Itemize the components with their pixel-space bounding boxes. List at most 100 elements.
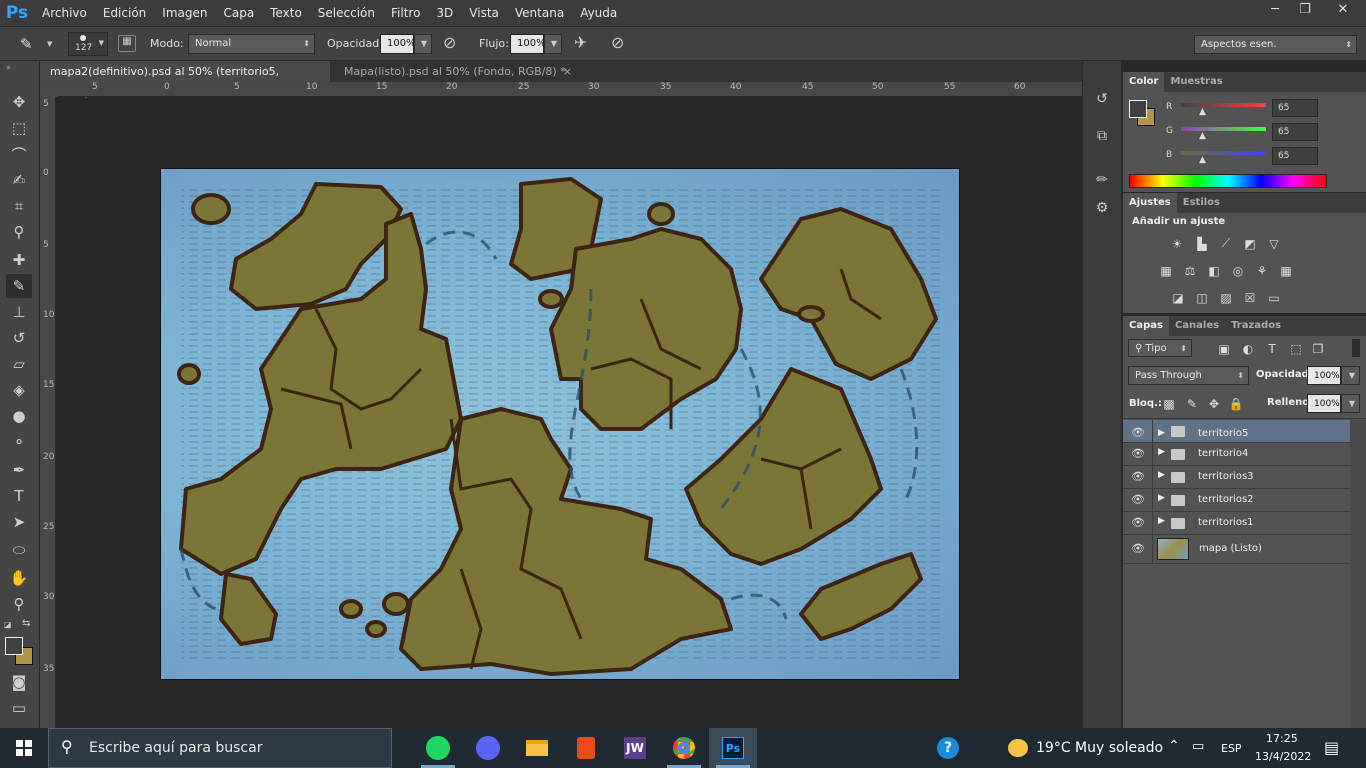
expand-arrow-icon[interactable]: ▶ [1158,470,1165,480]
layer-row-mapa-listo[interactable]: 👁 mapa (Listo) [1123,535,1350,564]
workspace-select[interactable]: Aspectos esen. ⬍ [1194,35,1357,54]
history-icon[interactable]: ↺ [1090,87,1114,111]
channel-g-slider[interactable] [1181,127,1266,131]
foreground-color-swatch[interactable] [5,637,23,655]
channel-b-slider[interactable] [1181,151,1266,155]
visibility-eye-icon[interactable]: 👁 [1131,516,1145,530]
tab-estilos[interactable]: Estilos [1177,193,1226,213]
expand-arrow-icon[interactable]: ▶ [1158,493,1165,503]
menu-3d[interactable]: 3D [428,0,461,26]
spotify-icon[interactable] [414,728,462,768]
layer-row-territorios3[interactable]: 👁 ▶ territorios3 [1123,466,1350,489]
menu-ayuda[interactable]: Ayuda [572,0,625,26]
visibility-eye-icon[interactable]: 👁 [1131,447,1145,461]
tab-trazados[interactable]: Trazados [1225,316,1287,336]
close-icon[interactable]: × [563,61,572,82]
weather-sun-icon[interactable] [1008,739,1028,757]
expand-arrow-icon[interactable]: ▶ [1158,516,1165,526]
blend-mode-select[interactable]: Pass Through ⬍ [1128,366,1249,385]
layer-row-territorio4[interactable]: 👁 ▶ territorio4 [1123,443,1350,466]
path-selection-tool-icon[interactable]: ➤ [6,510,32,534]
tab-color[interactable]: Color [1123,72,1165,92]
filter-shape-icon[interactable]: ⬚ [1287,341,1305,356]
type-tool-icon[interactable]: T [6,484,32,508]
lock-pixels-icon[interactable]: ✎ [1183,396,1201,411]
layer-opacity-dropdown[interactable]: ▼ [1341,366,1360,385]
layer-opacity-input[interactable]: 100% [1307,366,1341,385]
eyedropper-tool-icon[interactable]: ⚲ [6,220,32,244]
layer-row-territorio5[interactable]: 👁 ▶ territorio5 [1123,420,1350,443]
tab-ajustes[interactable]: Ajustes [1123,193,1177,213]
exposure-icon[interactable]: ◩ [1241,236,1259,251]
channel-g-value[interactable]: 65 [1272,123,1318,141]
slider-handle-icon[interactable]: ▲ [1199,107,1206,117]
color-lookup-icon[interactable]: ▦ [1277,263,1295,278]
curves-icon[interactable]: ⟋ [1217,236,1235,251]
notifications-icon[interactable]: ▤ [1324,738,1339,757]
channel-mixer-icon[interactable]: ⚘ [1253,263,1271,278]
menu-vista[interactable]: Vista [461,0,507,26]
visibility-eye-icon[interactable]: 👁 [1131,493,1145,507]
visibility-eye-icon[interactable]: 👁 [1131,470,1145,484]
brush-presets-icon[interactable]: ✏ [1090,168,1114,192]
menu-archivo[interactable]: Archivo [34,0,95,26]
windows-start-icon[interactable] [0,728,48,768]
photoshop-logo[interactable]: Ps [0,0,34,26]
filter-adjustment-icon[interactable]: ◐ [1239,341,1257,356]
default-colors-icon[interactable]: ◪ [4,620,14,629]
foreground-color-swatch[interactable] [1129,100,1147,118]
black-white-icon[interactable]: ◧ [1205,263,1223,278]
zoom-tool-icon[interactable]: ⚲ [6,592,32,616]
tab-mapa2[interactable]: mapa2(definitivo).psd al 50% (territorio… [40,61,330,99]
tab-mapa-listo[interactable]: Mapa(listo).psd al 50% (Fondo, RGB/8) * … [334,61,578,82]
channel-r-value[interactable]: 65 [1272,99,1318,117]
menu-edicion[interactable]: Edición [95,0,154,26]
chevron-up-icon[interactable]: ⌃ [1168,738,1180,754]
chrome-icon[interactable] [660,728,708,768]
channel-b-value[interactable]: 65 [1272,147,1318,165]
brightness-icon[interactable]: ☀ [1168,236,1186,251]
menu-capa[interactable]: Capa [215,0,262,26]
lasso-tool-icon[interactable]: ⌒ [6,142,32,166]
opacity-dropdown[interactable]: ▼ [414,34,432,54]
3d-icon[interactable]: ⧉ [1090,124,1114,148]
history-brush-tool-icon[interactable]: ↺ [6,326,32,350]
language-indicator[interactable]: ESP [1221,742,1242,755]
ellipse-tool-icon[interactable]: ⬭ [6,538,32,562]
posterize-icon[interactable]: ◫ [1193,290,1211,305]
swap-colors-icon[interactable]: ⇆ [22,618,30,629]
mode-select[interactable]: Normal ⬍ [188,34,315,54]
pressure-opacity-icon[interactable]: ⊘ [443,33,456,52]
fill-input[interactable]: 100% [1307,394,1341,413]
channel-r-slider[interactable] [1181,103,1266,107]
expand-arrow-icon[interactable]: ▶ [1158,424,1165,442]
chevron-down-icon[interactable]: ▼ [47,40,52,48]
invert-icon[interactable]: ◪ [1169,290,1187,305]
lock-transparency-icon[interactable]: ▩ [1160,396,1178,411]
office-icon[interactable] [562,728,610,768]
fill-dropdown[interactable]: ▼ [1341,394,1360,413]
menu-filtro[interactable]: Filtro [383,0,428,26]
file-explorer-icon[interactable] [513,728,561,768]
filter-pixel-icon[interactable]: ▣ [1215,341,1233,356]
tab-canales[interactable]: Canales [1169,316,1225,336]
slider-handle-icon[interactable]: ▲ [1199,131,1206,141]
hand-tool-icon[interactable]: ✋ [6,566,32,590]
menu-ventana[interactable]: Ventana [507,0,572,26]
pen-tool-icon[interactable]: ✒ [6,458,32,482]
help-icon[interactable]: ? [924,728,972,768]
menu-texto[interactable]: Texto [262,0,310,26]
discord-icon[interactable] [464,728,512,768]
layer-row-territorios1[interactable]: 👁 ▶ territorios1 [1123,512,1350,535]
taskbar-search[interactable]: ⚲ Escribe aquí para buscar [48,728,392,768]
expand-arrow-icon[interactable]: ▶ [1158,447,1165,457]
selective-color-icon[interactable]: ☒ [1241,290,1259,305]
tab-muestras[interactable]: Muestras [1164,72,1228,92]
slider-handle-icon[interactable]: ▲ [1199,155,1206,165]
minimize-button[interactable]: ─ [1260,0,1290,18]
weather-text[interactable]: 19°C Muy soleado [1036,740,1163,756]
menu-imagen[interactable]: Imagen [154,0,215,26]
eraser-tool-icon[interactable]: ▱ [6,352,32,376]
brush-panel-icon[interactable]: ▦ [118,35,136,52]
opacity-input[interactable]: 100% [380,34,416,54]
